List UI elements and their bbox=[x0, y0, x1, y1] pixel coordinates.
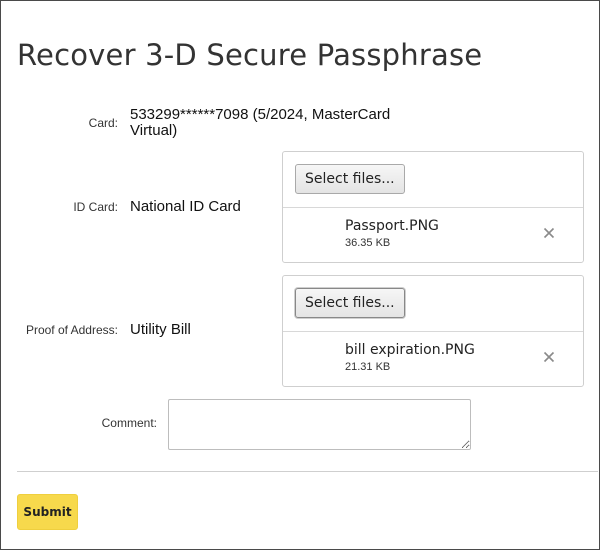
id-card-label: ID Card: bbox=[73, 200, 118, 214]
card-value: 533299******7098 (5/2024, MasterCard Vir… bbox=[130, 106, 391, 139]
id-card-value: National ID Card bbox=[130, 198, 241, 215]
submit-button[interactable]: Submit bbox=[17, 494, 78, 530]
proof-uploaded-file: bill expiration.PNG 21.31 KB bbox=[283, 332, 583, 386]
id-card-select-files-button[interactable]: Select files... bbox=[295, 164, 405, 194]
close-icon[interactable] bbox=[541, 349, 557, 365]
close-icon[interactable] bbox=[541, 225, 557, 241]
proof-file-size: 21.31 KB bbox=[345, 361, 391, 373]
proof-of-address-label: Proof of Address: bbox=[25, 323, 118, 337]
id-card-upload-toolbar: Select files... bbox=[283, 152, 583, 208]
id-card-upload: Select files... Passport.PNG 36.35 KB bbox=[282, 151, 584, 263]
page-title: Recover 3-D Secure Passphrase bbox=[17, 38, 483, 72]
proof-select-files-button[interactable]: Select files... bbox=[295, 288, 405, 318]
id-card-file-name: Passport.PNG bbox=[345, 218, 439, 234]
comment-label: Comment: bbox=[101, 416, 157, 430]
proof-file-name: bill expiration.PNG bbox=[345, 342, 475, 358]
proof-of-address-value: Utility Bill bbox=[130, 321, 191, 338]
card-label: Card: bbox=[88, 116, 118, 130]
id-card-file-size: 36.35 KB bbox=[345, 237, 391, 249]
comment-textarea[interactable] bbox=[168, 399, 471, 450]
proof-upload-toolbar: Select files... bbox=[283, 276, 583, 332]
form-divider bbox=[17, 471, 598, 472]
proof-upload: Select files... bill expiration.PNG 21.3… bbox=[282, 275, 584, 387]
id-card-uploaded-file: Passport.PNG 36.35 KB bbox=[283, 208, 583, 262]
